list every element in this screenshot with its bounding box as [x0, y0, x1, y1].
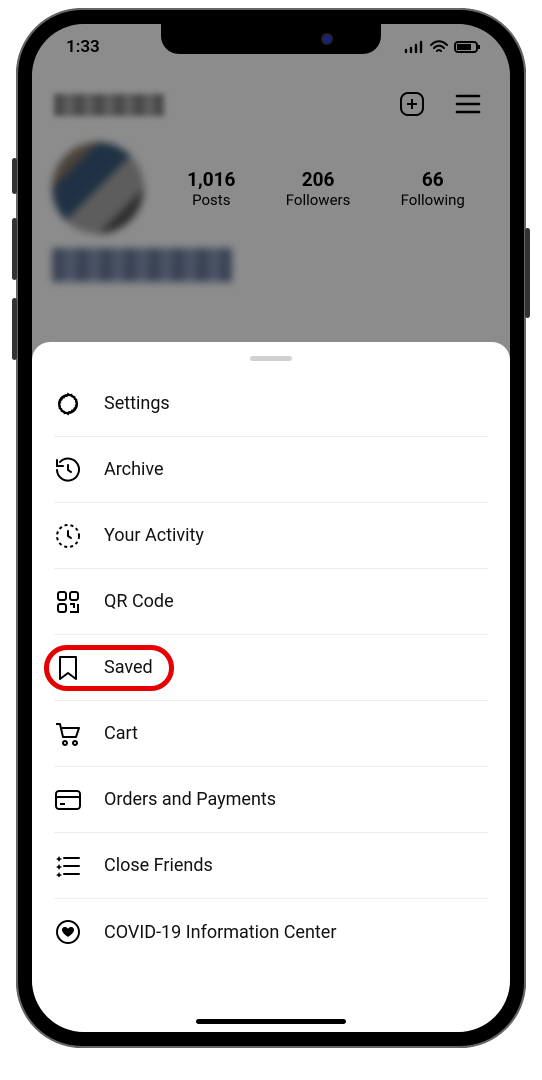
bottom-sheet: Settings Archive Your Activity [32, 342, 510, 1032]
status-right [404, 40, 482, 54]
menu-label: COVID-19 Information Center [104, 922, 336, 943]
menu-item-orders-payments[interactable]: Orders and Payments [54, 767, 488, 833]
side-button [12, 218, 17, 280]
front-camera [323, 35, 331, 43]
archive-icon [54, 456, 82, 484]
saved-icon [54, 654, 82, 682]
settings-icon [54, 390, 82, 418]
sheet-grabber[interactable] [250, 356, 292, 361]
side-button [525, 228, 530, 318]
home-indicator[interactable] [196, 1019, 346, 1024]
menu-label: Archive [104, 459, 164, 480]
menu-label: Saved [104, 657, 153, 678]
menu-item-settings[interactable]: Settings [54, 371, 488, 437]
menu-label: Close Friends [104, 855, 213, 876]
side-button [12, 158, 17, 194]
notch [161, 24, 381, 54]
side-button [12, 298, 17, 360]
credit-card-icon [54, 786, 82, 814]
cellular-icon [404, 40, 424, 54]
menu-label: Orders and Payments [104, 789, 276, 810]
heart-circle-icon [54, 918, 82, 946]
status-time: 1:33 [66, 37, 100, 57]
menu-list: Settings Archive Your Activity [32, 371, 510, 965]
phone-frame: 1:33 1,016 [16, 8, 526, 1048]
screen: 1:33 1,016 [32, 24, 510, 1032]
qr-code-icon [54, 588, 82, 616]
menu-label: Cart [104, 723, 138, 744]
menu-item-cart[interactable]: Cart [54, 701, 488, 767]
menu-item-your-activity[interactable]: Your Activity [54, 503, 488, 569]
close-friends-icon [54, 852, 82, 880]
menu-label: Your Activity [104, 525, 204, 546]
menu-item-qr-code[interactable]: QR Code [54, 569, 488, 635]
cart-icon [54, 720, 82, 748]
menu-item-archive[interactable]: Archive [54, 437, 488, 503]
menu-item-close-friends[interactable]: Close Friends [54, 833, 488, 899]
menu-label: QR Code [104, 591, 174, 612]
menu-item-saved[interactable]: Saved [54, 635, 488, 701]
wifi-icon [430, 40, 448, 54]
menu-item-covid-info[interactable]: COVID-19 Information Center [54, 899, 488, 965]
activity-icon [54, 522, 82, 550]
battery-icon [454, 40, 482, 54]
menu-label: Settings [104, 393, 170, 414]
